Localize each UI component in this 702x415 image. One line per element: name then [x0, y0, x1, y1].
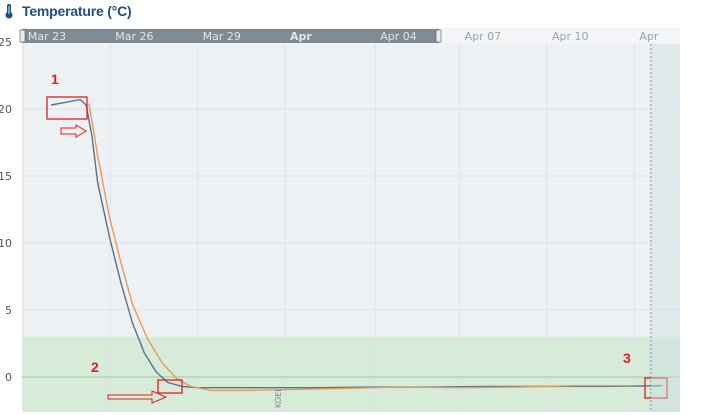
time-navigator[interactable]: Mar 23 Mar 26 Mar 29 Apr Apr 04 Apr 07 Apr 10 A…: [19, 29, 680, 43]
x-tick-label: Apr 07: [465, 30, 502, 43]
y-tick-label: 0: [5, 371, 12, 384]
normal-range-band: [22, 336, 680, 412]
temperature-chart: 25 20 15 10 5 0 Mar 23 Mar 26 Mar 29 Apr Apr 04 Ap…: [0, 28, 680, 412]
x-tick-label: Mar 23: [28, 30, 66, 43]
x-tick-label: Apr 04: [380, 30, 417, 43]
x-tick-label: Mar 29: [203, 30, 241, 43]
navigator-handle-left[interactable]: [19, 29, 26, 43]
vertical-label: KOEI: [274, 389, 283, 408]
x-tick-label: Apr: [639, 30, 659, 43]
y-tick-label: 20: [0, 103, 12, 116]
x-tick-label: Apr 10: [552, 30, 589, 43]
x-tick-label: Mar 26: [115, 30, 153, 43]
annotation-label: 1: [51, 71, 59, 87]
y-tick-label: 10: [0, 237, 12, 250]
x-tick-label: Apr: [290, 30, 312, 43]
cursor-shade: [650, 44, 680, 412]
annotation-label: 2: [91, 359, 99, 375]
navigator-handle-right[interactable]: [435, 29, 442, 43]
y-axis: 25 20 15 10 5 0: [0, 36, 12, 384]
y-tick-label: 15: [0, 170, 12, 183]
y-tick-label: 25: [0, 36, 12, 49]
annotation-label: 3: [623, 350, 631, 366]
y-tick-label: 5: [5, 304, 12, 317]
